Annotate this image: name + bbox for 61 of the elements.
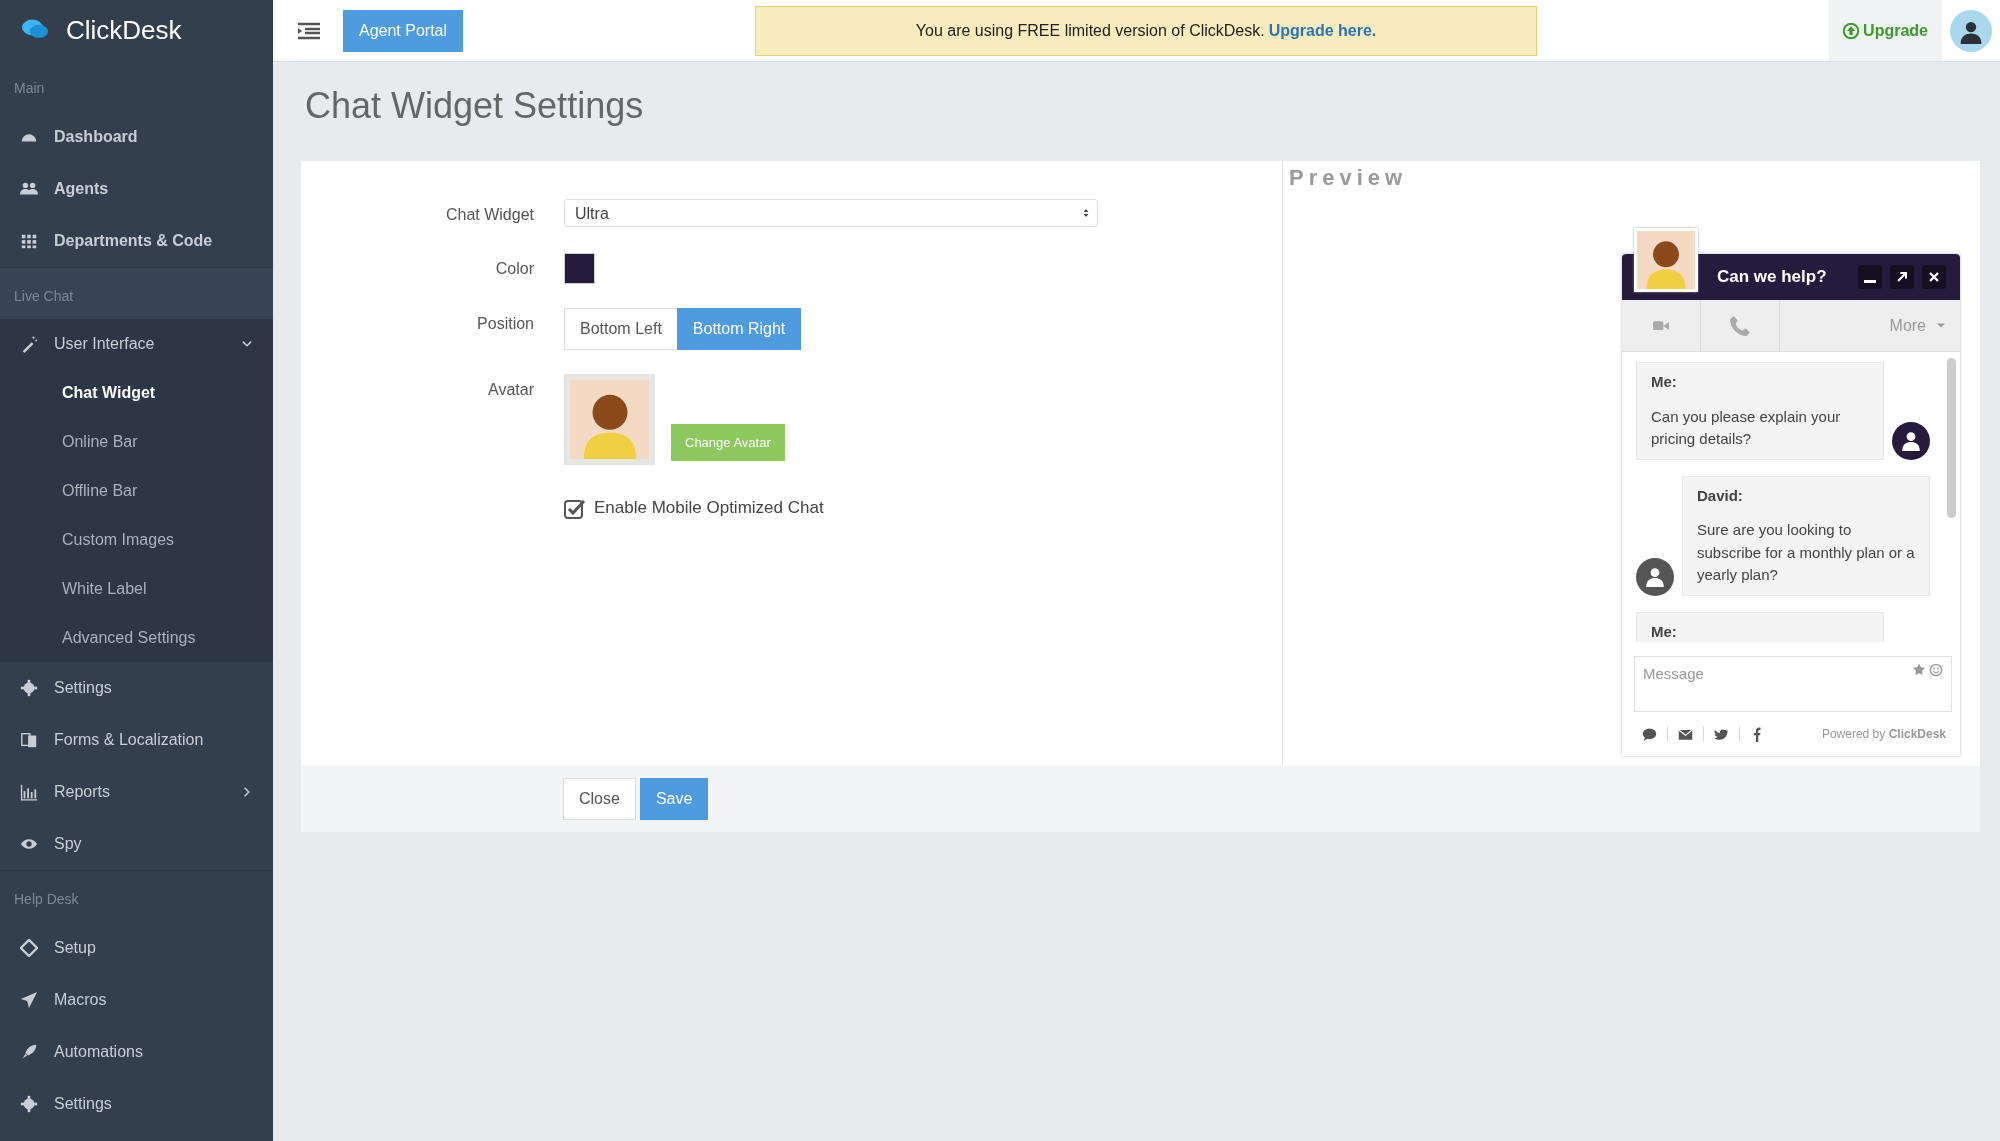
phone-icon bbox=[1729, 314, 1751, 337]
page-title: Chat Widget Settings bbox=[305, 84, 645, 128]
chat-message: David: Sure are you looking to subscribe for a monthly plan or a yearly plan? bbox=[1682, 475, 1930, 596]
logo-text: ClickDesk bbox=[66, 13, 182, 47]
field-label: Avatar bbox=[487, 380, 534, 401]
sidebar-subitem[interactable]: White Label bbox=[0, 564, 273, 613]
avatar-placeholder bbox=[1634, 228, 1698, 293]
sidebar-subitem[interactable]: Offline Bar bbox=[0, 466, 273, 515]
sidebar-item[interactable]: Spy bbox=[0, 818, 273, 870]
widget-select[interactable]: Ultra bbox=[564, 199, 1098, 228]
sidebar-item[interactable]: Macros bbox=[0, 974, 273, 1026]
chat-bubble-icon[interactable] bbox=[1642, 726, 1657, 742]
sidebar-subitem[interactable]: Advanced Settings bbox=[0, 613, 273, 662]
sidebar-item[interactable]: Settings bbox=[0, 662, 273, 714]
sidebar-item[interactable]: Forms & Localization bbox=[0, 714, 273, 766]
section-heading: Main bbox=[13, 79, 46, 98]
section-heading: Live Chat bbox=[0, 268, 273, 319]
settings-icon bbox=[20, 1095, 38, 1113]
color-swatch[interactable] bbox=[564, 253, 595, 285]
chat-message: Me: Can you please explain your pricing details? bbox=[1636, 362, 1884, 460]
expand-button[interactable] bbox=[1890, 265, 1914, 290]
minimize-button[interactable] bbox=[1858, 265, 1882, 290]
field-label: Chat Widget bbox=[444, 205, 534, 226]
position-option[interactable]: Bottom Left bbox=[564, 308, 678, 351]
chat-message: Me: bbox=[1636, 611, 1884, 643]
sidebar-item[interactable]: Settings bbox=[0, 1078, 273, 1130]
field-label: Position bbox=[476, 314, 534, 335]
close-button[interactable] bbox=[1922, 265, 1946, 290]
minimize-icon bbox=[1864, 279, 1876, 283]
settings-icon bbox=[20, 679, 38, 697]
placeholder-text: Message bbox=[1643, 664, 1704, 685]
sidebar-item[interactable]: Automations bbox=[0, 1026, 273, 1078]
user-avatar[interactable] bbox=[1950, 9, 1992, 52]
preview-title: Preview bbox=[1289, 164, 1409, 193]
smiley-icon[interactable] bbox=[1929, 663, 1943, 678]
scrollbar[interactable] bbox=[1947, 358, 1956, 519]
sidebar-subitem[interactable]: Custom Images bbox=[0, 515, 273, 564]
section-heading: Help Desk bbox=[13, 890, 80, 909]
sidebar-item[interactable]: User Interface bbox=[0, 319, 273, 368]
sidebar-subitem[interactable]: Chat Widget bbox=[0, 368, 273, 417]
sidebar-item[interactable]: Departments & Code bbox=[0, 215, 273, 267]
sidebar-item[interactable]: Dashboard bbox=[0, 111, 273, 163]
checkbox-label: Enable Mobile Optimized Chat bbox=[594, 497, 824, 520]
sidebar-subitem[interactable]: Online Bar bbox=[0, 417, 273, 466]
powered-by-text: Powered by ClickDesk bbox=[1821, 726, 1946, 744]
paper-plane-icon bbox=[20, 991, 38, 1009]
notice-text: You are using FREE limited version of ClickDesk. bbox=[915, 20, 1265, 41]
sidebar-item[interactable]: Setup bbox=[0, 922, 273, 974]
agent-avatar bbox=[1636, 557, 1674, 596]
wand-icon bbox=[20, 334, 38, 353]
bird-icon[interactable] bbox=[1714, 726, 1729, 742]
bar-chart-icon bbox=[20, 783, 38, 801]
upgrade-link[interactable]: Upgrade here. bbox=[1268, 18, 1377, 43]
sidebar-item[interactable]: Agents bbox=[0, 163, 273, 215]
star-icon[interactable] bbox=[1913, 663, 1925, 676]
sidebar-item[interactable]: Reports bbox=[0, 766, 273, 818]
grid-icon bbox=[20, 232, 38, 250]
field-label: Color bbox=[494, 259, 534, 280]
close-button[interactable]: Close bbox=[563, 778, 636, 821]
user-avatar bbox=[1892, 421, 1930, 460]
widget-title: Can we help? bbox=[1717, 266, 1828, 289]
